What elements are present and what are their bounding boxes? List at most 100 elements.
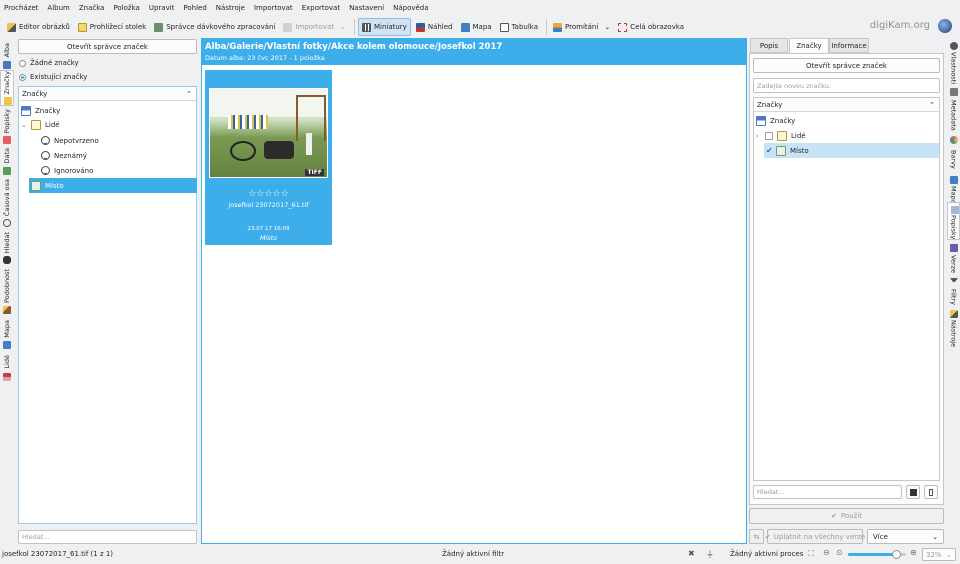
status-process: Žádný aktivní proces — [730, 550, 804, 558]
tab-colors[interactable]: Barvy — [947, 134, 960, 172]
tab-versions[interactable]: Verze — [947, 242, 960, 274]
tab-similarity[interactable]: Podobnost — [0, 267, 14, 315]
zoom-level-combo[interactable]: 32% ⌄ — [922, 548, 956, 561]
clear-filter-icon[interactable]: ✖ — [688, 549, 695, 558]
batch-queue-button[interactable]: Správce dávkového zpracování — [151, 18, 278, 36]
radio-no-tags[interactable]: Žádné značky — [19, 59, 79, 67]
menu-item-settings[interactable]: Nastavení — [349, 4, 384, 12]
tag-options-button[interactable] — [906, 485, 920, 499]
apply-all-versions-button[interactable]: ✔ Uplatnit na všechny verze — [765, 529, 865, 544]
more-dropdown[interactable]: Více ⌄ — [867, 529, 944, 544]
tab-right-map[interactable]: Mapa — [947, 174, 960, 204]
menu-item-help[interactable]: Nápověda — [393, 4, 428, 12]
chevron-right-icon[interactable]: › — [756, 132, 765, 140]
tab-information[interactable]: Informace — [829, 38, 869, 53]
revert-button[interactable]: ⇆ — [749, 529, 764, 544]
tree-item-unconfirmed[interactable]: Nepotvrzeno — [41, 133, 196, 148]
face-icon — [41, 151, 50, 160]
menu-item-view[interactable]: Pohled — [183, 4, 206, 12]
right-tree-item-people[interactable]: › Lidé — [756, 128, 939, 143]
fullscreen-button[interactable]: Celá obrazovka — [615, 18, 687, 36]
tab-filters[interactable]: Filtry — [947, 276, 960, 306]
labels-icon — [3, 136, 11, 144]
table-button[interactable]: Tabulka — [497, 18, 541, 36]
chevron-up-icon: ⌃ — [186, 89, 192, 98]
slideshow-button[interactable]: Promítání ⌄ — [550, 18, 613, 36]
thumbnails-button[interactable]: Miniatury — [357, 18, 411, 36]
right-tree-item-place[interactable]: ✔ Místo — [764, 143, 939, 158]
import-button[interactable]: Importovat ⌄ — [280, 18, 349, 36]
tag-toggle-button[interactable] — [924, 485, 938, 499]
thumbnails-label: Miniatury — [373, 23, 407, 31]
apply-button[interactable]: ✔ Použít — [749, 508, 944, 524]
tab-right-tools[interactable]: Nástroje — [947, 308, 960, 348]
tab-metadata[interactable]: Metadata — [947, 86, 960, 132]
menu-item-export[interactable]: Exportovat — [302, 4, 340, 12]
new-tag-input[interactable]: Zadejte novou značku. — [753, 78, 940, 93]
menu-item-import[interactable]: Importovat — [254, 4, 293, 12]
clock-icon — [3, 219, 11, 227]
tab-tags[interactable]: Značky — [0, 70, 14, 106]
brand-text: digiKam.org — [869, 20, 930, 31]
tab-dates[interactable]: Data — [0, 147, 14, 175]
tab-albums[interactable]: Alba — [0, 40, 14, 70]
zoom-reset-icon[interactable]: ⊙ — [836, 548, 843, 557]
checkmark-icon[interactable]: ✔ — [766, 146, 776, 155]
menu-item-album[interactable]: Album — [47, 4, 69, 12]
right-open-tag-manager-button[interactable]: Otevřít správce značek — [753, 58, 940, 73]
menu-item-item[interactable]: Položka — [113, 4, 139, 12]
tab-captions[interactable]: Popisky — [947, 202, 960, 240]
right-sidebar-tabs: Vlastnosti Metadata Barvy Mapa Popisky V… — [947, 38, 960, 544]
zoom-in-icon[interactable]: ⊕ — [910, 548, 917, 557]
tab-description[interactable]: Popis — [750, 38, 788, 53]
zoom-slider[interactable] — [848, 550, 906, 559]
menu-item-edit[interactable]: Upravit — [149, 4, 175, 12]
right-tree-item-tags-root[interactable]: Značky — [756, 113, 939, 128]
zoom-out-icon[interactable]: ⊖ — [823, 548, 830, 557]
checkbox[interactable] — [765, 131, 773, 140]
right-tag-tree-panel: Značky ⌃ Značky › Lidé ✔ Místo — [753, 97, 940, 481]
versions-icon — [950, 244, 958, 252]
fullscreen-icon — [618, 22, 628, 32]
tree-item-unknown[interactable]: Neznámý — [41, 148, 196, 163]
people-icon — [3, 373, 11, 381]
tab-search[interactable]: Hledat — [0, 230, 14, 265]
filter-icon[interactable]: ⏚ — [706, 549, 714, 560]
left-search-input[interactable]: Hledat... — [18, 530, 197, 544]
menu-item-tag[interactable]: Značka — [79, 4, 105, 12]
tab-people[interactable]: Lidé — [0, 352, 14, 382]
radio-existing-tags[interactable]: Existující značky — [19, 73, 87, 81]
tag-tree-header[interactable]: Značky ⌃ — [19, 87, 196, 101]
tree-item-place[interactable]: Místo — [29, 178, 197, 193]
tree-item-people[interactable]: ⌄ Lidé — [21, 117, 196, 132]
preview-button[interactable]: Náhled — [413, 18, 456, 36]
menu-item-tools[interactable]: Nástroje — [216, 4, 245, 12]
tag-lock-icon — [929, 488, 933, 496]
thumbnail-date: 23.07.17 16:09 — [247, 226, 290, 232]
map-button[interactable]: Mapa — [458, 18, 495, 36]
tab-right-tags[interactable]: Značky — [789, 38, 829, 53]
fit-to-window-icon[interactable]: ⛶ — [808, 549, 814, 559]
thumbnail-item[interactable]: TIFF ☆☆☆☆☆ josefkol 23072017_61.tif 23.0… — [205, 70, 332, 245]
tree-item-ignored[interactable]: Ignorováno — [41, 163, 196, 178]
chevron-down-icon: ⌄ — [604, 23, 611, 31]
tab-timeline[interactable]: Časová osa — [0, 178, 14, 228]
main-toolbar: Editor obrázků Prohlížecí stolek Správce… — [0, 16, 960, 38]
batch-icon — [154, 22, 164, 32]
tree-item-tags-root[interactable]: Značky — [21, 103, 196, 118]
slideshow-icon — [553, 22, 563, 32]
zoom-slider-handle[interactable] — [892, 550, 901, 559]
image-editor-button[interactable]: Editor obrázků — [4, 18, 73, 36]
light-table-button[interactable]: Prohlížecí stolek — [75, 18, 149, 36]
tab-map[interactable]: Mapa — [0, 318, 14, 350]
chevron-down-icon[interactable]: ⌄ — [21, 121, 31, 129]
open-tag-manager-button[interactable]: Otevřít správce značek — [18, 39, 197, 54]
menu-item-browse[interactable]: Procházet — [4, 4, 38, 12]
right-tag-tree-header[interactable]: Značky ⌃ — [754, 98, 939, 112]
tab-properties[interactable]: Vlastnosti — [947, 40, 960, 84]
rating-stars[interactable]: ☆☆☆☆☆ — [205, 189, 332, 199]
map-icon — [950, 176, 958, 184]
photo-flags — [228, 115, 268, 129]
right-search-input[interactable]: Hledat... — [753, 485, 902, 499]
tab-labels[interactable]: Popisky — [0, 108, 14, 145]
